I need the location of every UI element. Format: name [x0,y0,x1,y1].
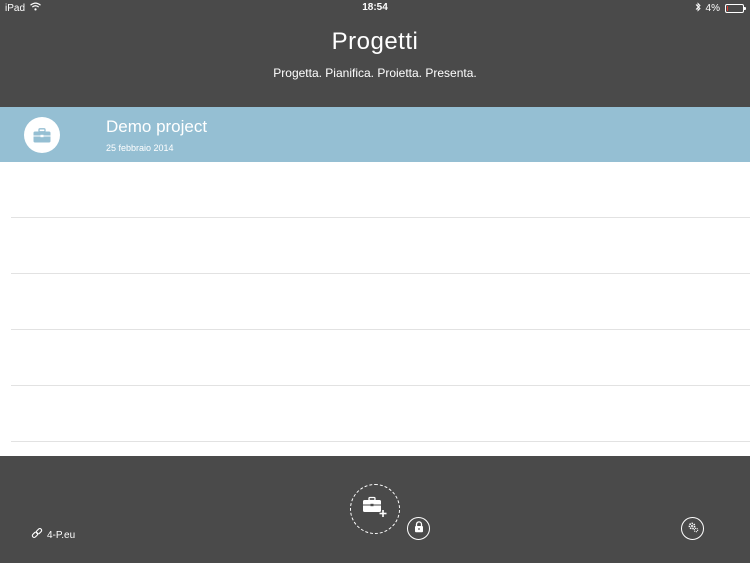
lock-button[interactable] [407,517,430,540]
status-bar: iPad 18:54 4% [0,0,750,16]
status-right: 4% [695,2,746,15]
settings-button[interactable] [681,517,704,540]
footer-toolbar: 4-P.eu [0,456,750,563]
empty-list-row [11,162,750,218]
add-project-button[interactable] [350,484,400,534]
project-date: 25 febbraio 2014 [106,143,174,153]
empty-list-row [11,386,750,442]
site-label: 4-P.eu [47,530,76,541]
site-link[interactable]: 4-P.eu [31,528,75,543]
bluetooth-icon [695,2,701,15]
status-time: 18:54 [362,2,388,13]
battery-percent: 4% [705,3,720,14]
empty-list-row [11,274,750,330]
lock-icon [414,520,424,538]
header: Progetti Progetta. Pianifica. Proietta. … [0,16,750,107]
add-project-icon [362,496,388,523]
empty-list-row [11,330,750,386]
link-icon [31,528,43,543]
page-title: Progetti [331,28,419,55]
project-list [0,162,750,456]
project-name: Demo project [106,117,208,136]
battery-level [727,6,728,11]
project-row[interactable]: Demo project 25 febbraio 2014 [0,107,750,162]
battery-icon [725,4,746,13]
page-subtitle: Progetta. Pianifica. Proietta. Presenta. [273,66,477,80]
briefcase-icon [24,117,60,153]
gear-icon [687,520,699,538]
empty-list-row [11,218,750,274]
